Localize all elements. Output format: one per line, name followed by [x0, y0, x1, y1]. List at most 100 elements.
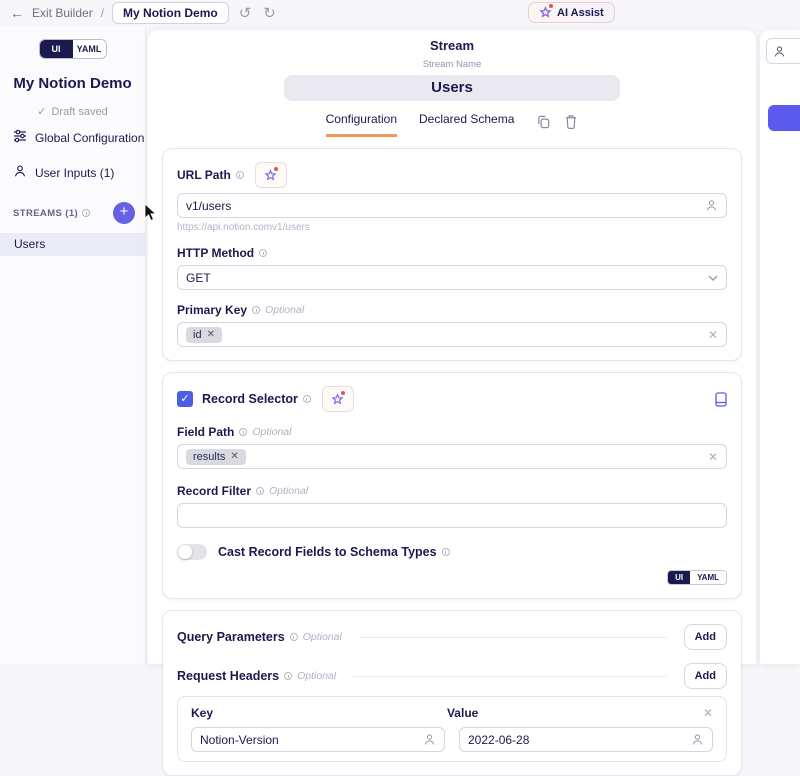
- primary-key-label: Primary Key: [177, 303, 247, 317]
- tab-declared-schema[interactable]: Declared Schema: [419, 112, 514, 137]
- url-preview-text: https://api.notion.comv1/users: [177, 222, 727, 233]
- top-bar: ← Exit Builder / My Notion Demo ↺ ↻: [0, 0, 800, 26]
- trash-icon[interactable]: [564, 114, 578, 129]
- redo-icon[interactable]: ↻: [261, 6, 278, 21]
- clear-all-icon[interactable]: ✕: [708, 328, 718, 342]
- exit-builder-link[interactable]: Exit Builder: [32, 6, 93, 20]
- add-query-parameter-button[interactable]: Add: [684, 624, 727, 650]
- info-icon: [252, 306, 260, 314]
- record-selector-title: Record Selector: [202, 392, 298, 406]
- cast-fields-row: Cast Record Fields to Schema Types: [177, 544, 727, 560]
- field-path-tag-input[interactable]: results ✕ ✕: [177, 444, 727, 469]
- tag-label: results: [193, 451, 225, 463]
- tab-configuration[interactable]: Configuration: [326, 112, 397, 137]
- request-header-row-item: Key Value ✕ Notion-Version 2022-06-28: [177, 696, 727, 762]
- divider: [353, 676, 666, 677]
- back-arrow-icon[interactable]: ←: [10, 5, 24, 21]
- record-filter-label-row: Record Filter Optional: [177, 484, 727, 498]
- user-variable-icon[interactable]: [423, 733, 436, 746]
- record-selector-header: ✓ Record Selector: [177, 386, 727, 412]
- testing-panel: [760, 30, 800, 664]
- optional-note: Optional: [297, 670, 336, 682]
- undo-icon[interactable]: ↺: [237, 6, 254, 21]
- docs-icon[interactable]: [715, 392, 727, 407]
- user-icon: [13, 164, 27, 181]
- info-icon: [239, 428, 247, 436]
- stream-name-label: Stream Name: [148, 59, 756, 70]
- chevron-down-icon: [708, 275, 718, 281]
- check-icon: ✓: [37, 105, 46, 118]
- http-method-select[interactable]: GET: [177, 265, 727, 290]
- request-options-card: Query Parameters Optional Add Request He…: [162, 610, 742, 776]
- draft-status: ✓ Draft saved: [0, 105, 145, 118]
- user-variable-icon[interactable]: [705, 199, 718, 212]
- record-selector-card: ✓ Record Selector Field Path Optional: [162, 372, 742, 599]
- test-stream-button[interactable]: [768, 105, 800, 131]
- kv-inputs-row: Notion-Version 2022-06-28: [191, 722, 713, 752]
- info-icon: [256, 487, 264, 495]
- info-icon: [442, 548, 450, 556]
- streams-header-label: STREAMS (1): [13, 208, 78, 219]
- card-ui-yaml-toggle[interactable]: UI YAML: [667, 570, 727, 585]
- sparkle-star-icon: [264, 169, 277, 182]
- stream-header: Stream Stream Name Users: [148, 30, 756, 101]
- user-variable-icon[interactable]: [691, 733, 704, 746]
- record-filter-input[interactable]: [177, 503, 727, 528]
- info-icon: [236, 171, 244, 179]
- ai-suggest-button[interactable]: [255, 162, 287, 188]
- yaml-toggle-option[interactable]: YAML: [73, 40, 106, 58]
- tag-remove-icon[interactable]: ✕: [207, 329, 215, 340]
- add-stream-button[interactable]: +: [113, 202, 135, 224]
- tag-remove-icon[interactable]: ✕: [230, 451, 238, 462]
- tag-chip: results ✕: [186, 449, 246, 465]
- sparkle-star-icon: [539, 6, 552, 19]
- ai-suggest-button[interactable]: [322, 386, 354, 412]
- sidebar-item-global-configuration[interactable]: Global Configuration: [0, 122, 145, 153]
- stream-tabs: Configuration Declared Schema: [148, 112, 756, 137]
- remove-header-icon[interactable]: ✕: [703, 706, 713, 720]
- sliders-icon: [13, 129, 27, 146]
- ui-yaml-toggle[interactable]: UI YAML: [39, 39, 107, 59]
- clear-all-icon[interactable]: ✕: [708, 450, 718, 464]
- testing-values-button[interactable]: [766, 38, 800, 64]
- draft-status-label: Draft saved: [51, 106, 107, 118]
- http-method-label: HTTP Method: [177, 246, 254, 260]
- tag-label: id: [193, 329, 202, 341]
- url-path-label: URL Path: [177, 168, 231, 182]
- tag-chip: id ✕: [186, 327, 222, 343]
- info-icon: [290, 633, 298, 641]
- user-icon: [773, 45, 786, 58]
- request-headers-label: Request Headers: [177, 669, 279, 683]
- sidebar-item-user-inputs[interactable]: User Inputs (1): [0, 157, 145, 188]
- url-path-input[interactable]: v1/users: [177, 193, 727, 218]
- yaml-toggle-option[interactable]: YAML: [690, 571, 726, 584]
- primary-key-tag-input[interactable]: id ✕ ✕: [177, 322, 727, 347]
- optional-note: Optional: [252, 426, 291, 438]
- stream-name-input[interactable]: Users: [284, 75, 620, 101]
- sidebar-item-label: Global Configuration: [35, 131, 144, 145]
- ai-assist-button[interactable]: AI Assist: [528, 2, 615, 23]
- streams-header-row: STREAMS (1) +: [0, 202, 145, 224]
- url-path-value: v1/users: [186, 199, 705, 213]
- stream-action-icons: [536, 114, 578, 135]
- query-parameters-label: Query Parameters: [177, 630, 285, 644]
- optional-note: Optional: [303, 631, 342, 643]
- sidebar-item-label: User Inputs (1): [35, 166, 114, 180]
- url-path-label-row: URL Path: [177, 162, 727, 188]
- header-key-input[interactable]: Notion-Version: [191, 727, 445, 752]
- ui-toggle-option[interactable]: UI: [40, 40, 73, 58]
- cast-fields-toggle[interactable]: [177, 544, 207, 560]
- project-name-input[interactable]: My Notion Demo: [112, 2, 229, 24]
- copy-icon[interactable]: [536, 114, 551, 129]
- sparkle-star-icon: [331, 393, 344, 406]
- add-request-header-button[interactable]: Add: [684, 663, 727, 689]
- ui-toggle-option[interactable]: UI: [668, 571, 690, 584]
- sidebar-stream-item-users[interactable]: Users: [0, 233, 145, 256]
- primary-key-label-row: Primary Key Optional: [177, 303, 727, 317]
- optional-note: Optional: [265, 304, 304, 316]
- query-parameters-row: Query Parameters Optional Add: [177, 624, 727, 650]
- header-value-value: 2022-06-28: [468, 733, 691, 747]
- http-method-value: GET: [186, 271, 708, 285]
- header-value-input[interactable]: 2022-06-28: [459, 727, 713, 752]
- record-selector-checkbox[interactable]: ✓: [177, 391, 193, 407]
